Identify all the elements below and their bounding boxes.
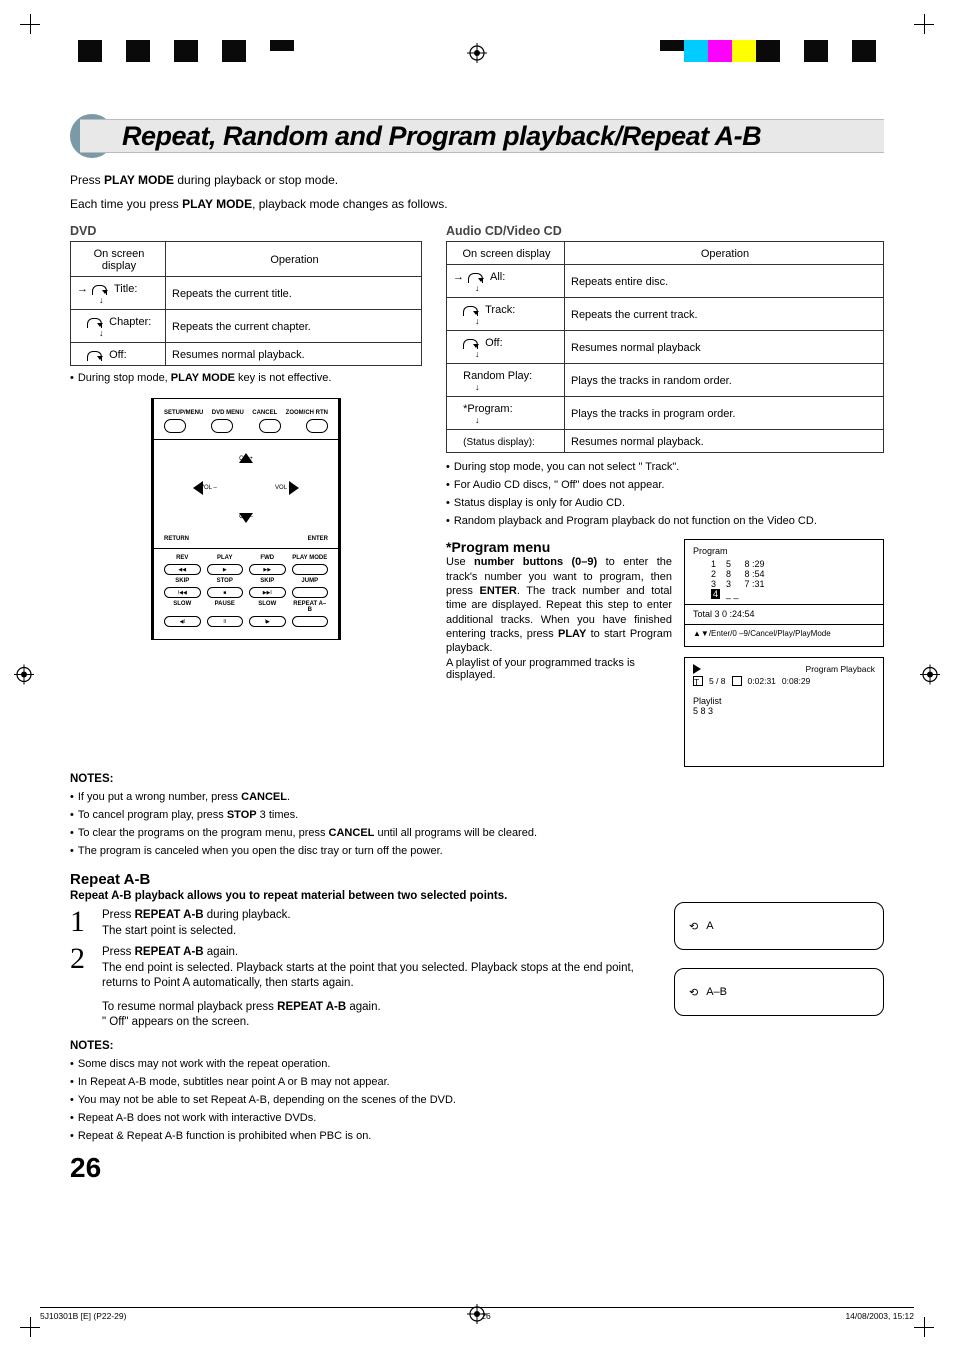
notes1-item: If you put a wrong number, press CANCEL. xyxy=(70,791,884,803)
crop-mark xyxy=(20,1317,40,1337)
dvd-osd-title: → Title:↓ xyxy=(71,277,166,310)
notes2-item: You may not be able to set Repeat A-B, d… xyxy=(70,1094,884,1106)
registration-target-icon xyxy=(467,1304,487,1327)
dvd-osd-chapter: Chapter:↓ xyxy=(71,310,166,343)
step-1: 1 Press REPEAT A-B during playback. The … xyxy=(70,908,654,939)
notes2-item: Repeat A-B does not work with interactiv… xyxy=(70,1112,884,1124)
notes2-item: Some discs may not work with the repeat … xyxy=(70,1058,884,1070)
dvd-op-chapter: Repeats the current chapter. xyxy=(166,310,422,343)
registration-target-icon xyxy=(467,43,487,63)
heading-text: Repeat, Random and Program playback/Repe… xyxy=(122,121,761,152)
osd-ab-box: ⟲A–B xyxy=(674,968,884,1016)
page-content: Repeat, Random and Program playback/Repe… xyxy=(70,114,884,1184)
notes1-item: To cancel program play, press STOP 3 tim… xyxy=(70,809,884,821)
notes1-item: To clear the programs on the program men… xyxy=(70,827,884,839)
osd-playback-box: Program Playback T5 / 8 0:02:31 0:08:29 … xyxy=(684,657,884,767)
cd-note: Status display is only for Audio CD. xyxy=(446,497,884,509)
clock-icon xyxy=(732,676,742,686)
program-menu-body: Use number buttons (0–9) to enter the tr… xyxy=(446,555,672,655)
play-icon xyxy=(693,664,701,674)
osd-a-box: ⟲A xyxy=(674,902,884,950)
foot-right: 14/08/2003, 15:12 xyxy=(845,1311,914,1321)
step-2: 2 Press REPEAT A-B again. The end point … xyxy=(70,945,654,1031)
cd-note: During stop mode, you can not select " T… xyxy=(446,461,884,473)
program-menu-tail: A playlist of your programmed tracks is … xyxy=(446,657,672,681)
notes2-item: In Repeat A-B mode, subtitles near point… xyxy=(70,1076,884,1088)
dvd-table: On screen display Operation → Title:↓ Re… xyxy=(70,241,422,366)
page-title: Repeat, Random and Program playback/Repe… xyxy=(70,114,884,158)
crop-mark xyxy=(914,14,934,34)
registration-target-icon xyxy=(14,664,34,687)
crop-mark xyxy=(914,1317,934,1337)
repeat-icon: ⟲ xyxy=(689,920,698,933)
osd-program-box: Program 158 :29 288 :54 337 :31 4_ _ Tot… xyxy=(684,539,884,647)
notes1-item: The program is canceled when you open th… xyxy=(70,845,884,857)
notes2-heading: NOTES: xyxy=(70,1040,884,1052)
manual-page: Repeat, Random and Program playback/Repe… xyxy=(0,0,954,1351)
repeat-ab-heading: Repeat A-B xyxy=(70,871,884,888)
program-menu-heading: *Program menu xyxy=(446,539,672,555)
cd-table: On screen display Operation → All:↓Repea… xyxy=(446,241,884,453)
page-number: 26 xyxy=(70,1152,884,1184)
intro-line-1: Press PLAY MODE during playback or stop … xyxy=(70,172,884,188)
dvd-note: During stop mode, PLAY MODE key is not e… xyxy=(70,372,422,384)
track-icon: T xyxy=(693,676,703,686)
cd-note: Random playback and Program playback do … xyxy=(446,515,884,527)
registration-bars xyxy=(0,40,954,66)
repeat-ab-sub: Repeat A-B playback allows you to repeat… xyxy=(70,890,884,902)
th-op: Operation xyxy=(166,242,422,277)
dvd-op-title: Repeats the current title. xyxy=(166,277,422,310)
dvd-osd-off: Off: xyxy=(71,343,166,366)
th-op: Operation xyxy=(565,242,884,265)
registration-target-icon xyxy=(920,664,940,687)
cd-heading: Audio CD/Video CD xyxy=(446,224,884,238)
foot-left: 5J10301B [E] (P22-29) xyxy=(40,1311,126,1321)
intro-line-2: Each time you press PLAY MODE, playback … xyxy=(70,196,884,212)
dvd-heading: DVD xyxy=(70,224,422,238)
cd-note: For Audio CD discs, " Off" does not appe… xyxy=(446,479,884,491)
notes2-item: Repeat & Repeat A-B function is prohibit… xyxy=(70,1130,884,1142)
remote-illustration: SETUP/MENU DVD MENU CANCEL ZOOM/CH RTN xyxy=(151,398,341,640)
th-osd: On screen display xyxy=(71,242,166,277)
repeat-icon: ⟲ xyxy=(689,986,698,999)
crop-mark xyxy=(20,14,40,34)
th-osd: On screen display xyxy=(447,242,565,265)
dvd-op-off: Resumes normal playback. xyxy=(166,343,422,366)
